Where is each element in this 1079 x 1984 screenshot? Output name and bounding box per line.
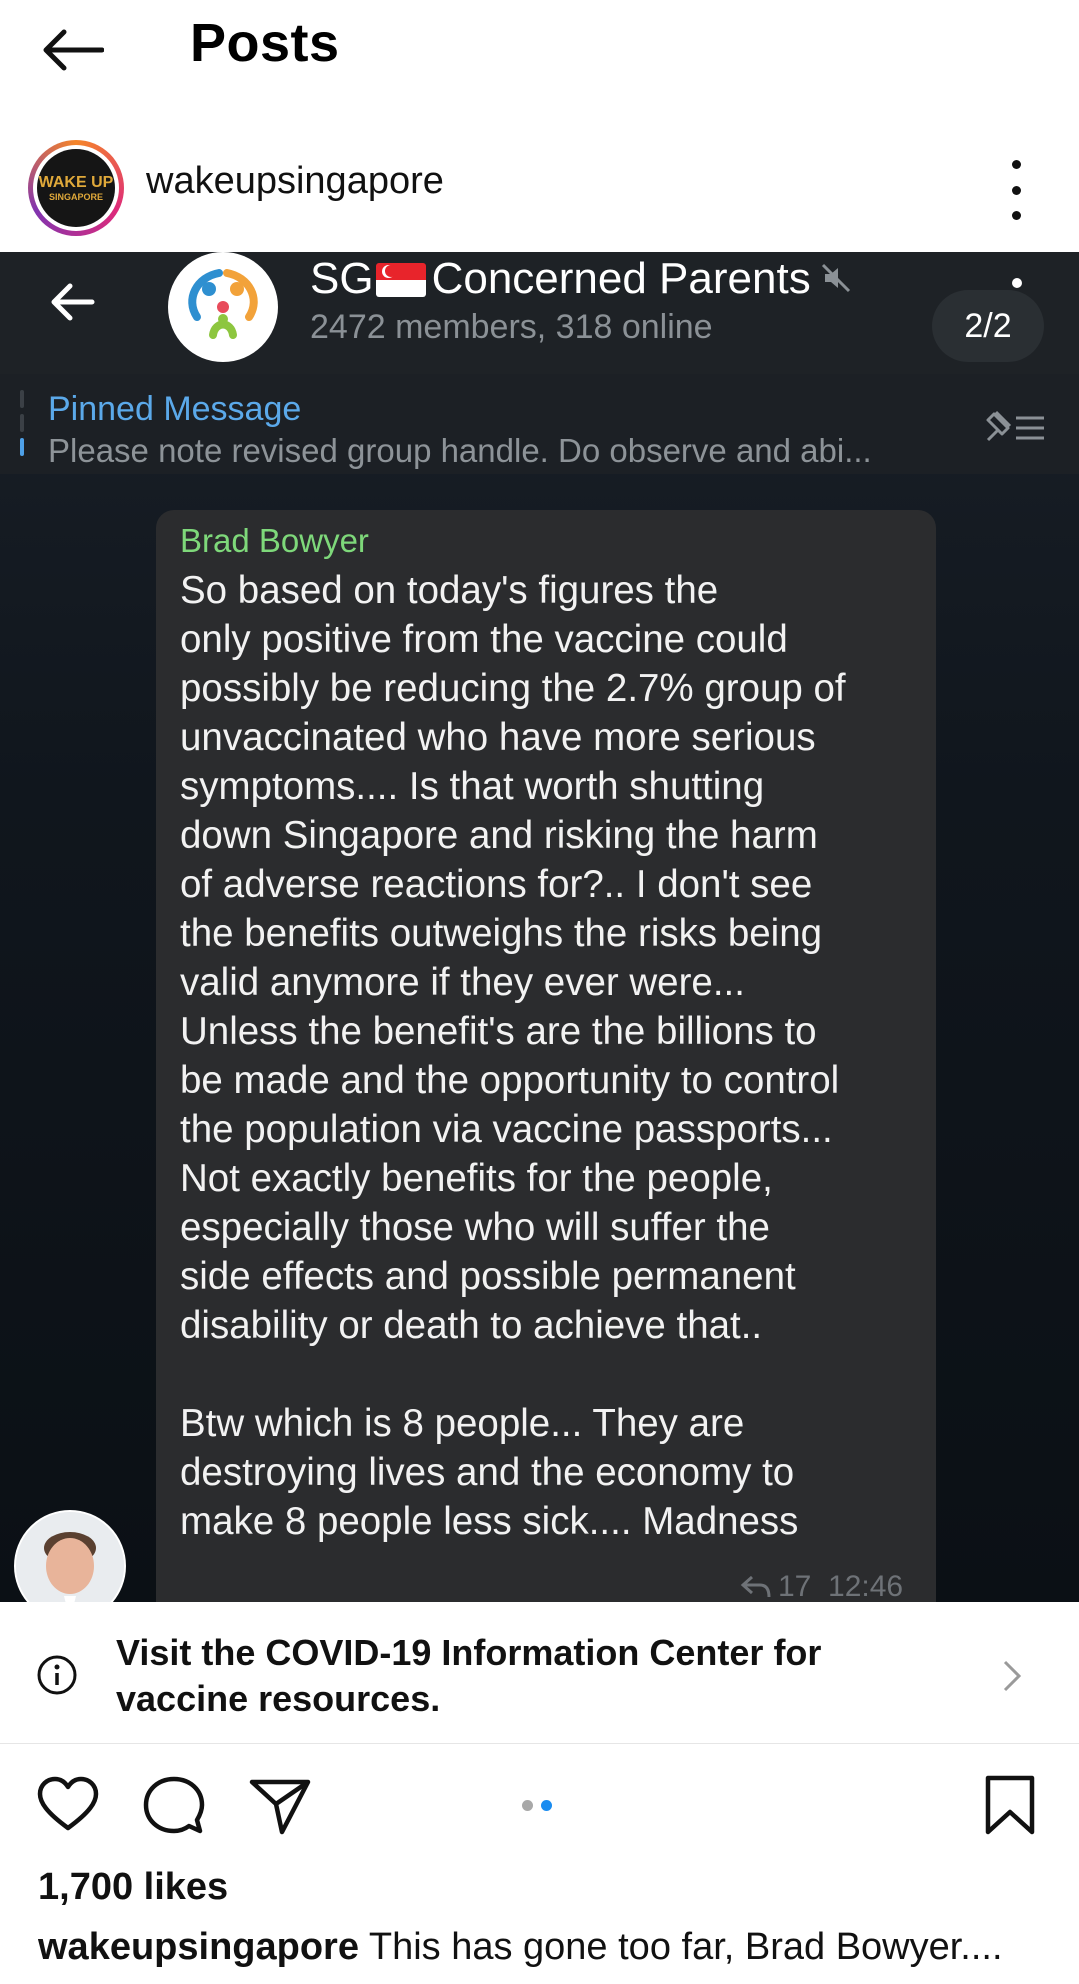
app-bar: Posts — [0, 0, 1079, 100]
wakeup-singapore-logo: WAKE UP SINGAPORE — [37, 149, 115, 227]
carousel-dot — [522, 1800, 533, 1811]
bookmark-icon[interactable] — [978, 1774, 1042, 1838]
caption-text: This has gone too far, Brad Bowyer.... — [368, 1926, 1003, 1968]
carousel-dot-active — [541, 1800, 552, 1811]
singapore-flag-icon — [375, 263, 426, 297]
post-header: WAKE UP SINGAPORE wakeupsingapore — [0, 130, 1079, 240]
message-meta: 17 12:46 — [740, 1570, 903, 1602]
more-options-button[interactable] — [996, 160, 1036, 220]
post-actions — [0, 1770, 1079, 1840]
page-title: Posts — [190, 13, 340, 73]
family-logo-icon — [188, 269, 258, 339]
carousel-dots — [522, 1800, 552, 1811]
message-text: So based on today's figures the only pos… — [180, 569, 846, 1543]
arrow-left-icon — [43, 29, 104, 71]
more-vertical-icon — [1011, 160, 1021, 169]
info-icon — [37, 1655, 77, 1695]
like-count[interactable]: 1,700 likes — [38, 1866, 228, 1909]
caption-username[interactable]: wakeupsingapore — [38, 1926, 359, 1968]
post-caption: wakeupsingapore This has gone too far, B… — [38, 1926, 1058, 1969]
pinned-label: Pinned Message — [48, 390, 302, 428]
pin-list-icon — [986, 410, 1044, 442]
sender-avatar — [14, 1510, 126, 1602]
menu-dot-icon — [1012, 278, 1022, 288]
mute-icon — [821, 263, 850, 293]
profile-avatar[interactable]: WAKE UP SINGAPORE — [28, 140, 124, 236]
arrow-left-icon — [51, 283, 95, 321]
telegram-header: SG Concerned Parents 2472 members, 318 on… — [0, 252, 1079, 374]
back-button[interactable] — [36, 18, 108, 82]
heart-icon[interactable] — [36, 1774, 100, 1838]
group-member-count: 2472 members, 318 online — [310, 308, 713, 346]
post-username[interactable]: wakeupsingapore — [146, 160, 444, 203]
message-bubble: Brad Bowyer So based on today's figures … — [156, 510, 936, 1602]
send-icon[interactable] — [248, 1774, 312, 1838]
chevron-right-icon — [1003, 1660, 1022, 1692]
pinned-text: Please note revised group handle. Do obs… — [48, 432, 872, 469]
carousel-page-indicator: 2/2 — [932, 290, 1044, 362]
group-name: SG Concerned Parents — [310, 254, 853, 304]
covid-info-banner[interactable]: Visit the COVID-19 Information Center fo… — [0, 1602, 1079, 1744]
comment-icon[interactable] — [142, 1774, 206, 1838]
pinned-message-bar: Pinned Message Please note revised group… — [0, 374, 1079, 474]
reply-icon — [740, 1575, 771, 1598]
covid-banner-text: Visit the COVID-19 Information Center fo… — [116, 1632, 822, 1719]
group-avatar — [168, 252, 278, 362]
pinned-indicator — [20, 390, 24, 456]
message-sender: Brad Bowyer — [180, 522, 369, 559]
post-image[interactable]: SG Concerned Parents 2472 members, 318 on… — [0, 252, 1079, 1602]
